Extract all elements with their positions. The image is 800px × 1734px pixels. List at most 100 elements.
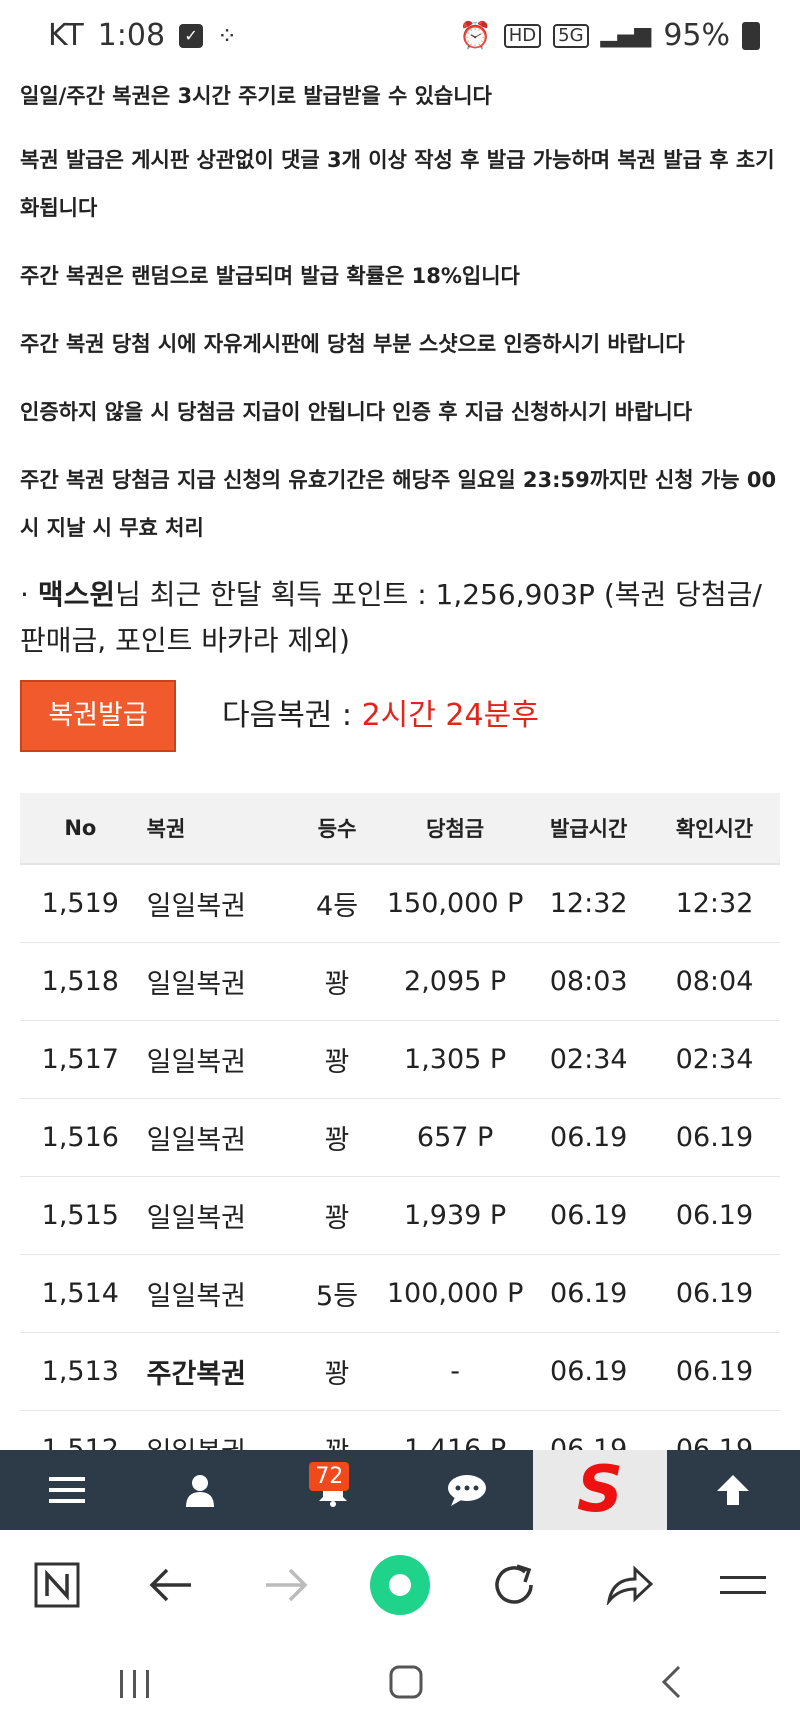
cell-prize: 657 P bbox=[381, 1098, 529, 1177]
home-button[interactable] bbox=[388, 1664, 424, 1710]
naver-n-icon bbox=[34, 1562, 80, 1608]
recent-apps-button[interactable] bbox=[117, 1664, 153, 1710]
cell-lottery: 일일복권 bbox=[140, 1254, 293, 1333]
back-button[interactable] bbox=[131, 1545, 211, 1625]
recent-apps-icon bbox=[120, 1670, 150, 1698]
site-logo-button[interactable]: S bbox=[533, 1450, 667, 1530]
notice-weekly-probability: 주간 복권은 랜덤으로 발급되며 발급 확률은 18%입니다 bbox=[20, 264, 520, 288]
notice-cycle: 일일/주간 복권은 3시간 주기로 발급받을 수 있습니다 bbox=[20, 84, 492, 108]
checkbox-icon: ✓ bbox=[179, 23, 204, 48]
cell-rank: 꽝 bbox=[292, 1176, 382, 1255]
table-header: No 복권 등수 당첨금 발급시간 확인시간 bbox=[20, 793, 780, 865]
naver-home-button[interactable] bbox=[17, 1545, 97, 1625]
cell-lottery: 일일복권 bbox=[140, 1098, 293, 1177]
bullet: · bbox=[20, 578, 29, 611]
cell-prize: 1,939 P bbox=[381, 1176, 529, 1255]
refresh-icon bbox=[495, 1564, 534, 1604]
cell-checked: 06.19 bbox=[648, 1254, 780, 1333]
scroll-top-button[interactable] bbox=[667, 1450, 800, 1530]
cell-prize: - bbox=[381, 1332, 529, 1411]
cell-checked: 06.19 bbox=[648, 1332, 780, 1411]
forward-button[interactable] bbox=[246, 1545, 326, 1625]
profile-button[interactable] bbox=[133, 1450, 266, 1530]
hamburger-icon bbox=[719, 1576, 766, 1594]
username: 맥스윈 bbox=[37, 578, 116, 611]
col-checked: 확인시간 bbox=[648, 793, 780, 865]
cell-prize: 2,095 P bbox=[381, 942, 529, 1021]
notice-validity: 주간 복권 당첨금 지급 신청의 유효기간은 해당주 일요일 23:59까지만 … bbox=[20, 468, 777, 540]
chat-icon bbox=[447, 1475, 486, 1506]
cell-prize: 100,000 P bbox=[381, 1254, 529, 1333]
cell-lottery: 일일복권 bbox=[140, 864, 293, 943]
chat-button[interactable] bbox=[400, 1450, 533, 1530]
carrier-label: KT bbox=[48, 18, 84, 53]
notification-badge: 72 bbox=[309, 1462, 350, 1491]
cell-no: 1,514 bbox=[20, 1254, 141, 1333]
table-row: 1,515 일일복권 꽝 1,939 P 06.19 06.19 bbox=[20, 1176, 780, 1255]
hd-icon: HD bbox=[503, 23, 542, 48]
notifications-button[interactable]: 72 bbox=[267, 1450, 400, 1530]
lottery-info: 일일/주간 복권은 3시간 주기로 발급받을 수 있습니다 복권 발급은 게시판… bbox=[20, 72, 780, 664]
system-nav-bar bbox=[0, 1640, 800, 1734]
cell-issued: 06.19 bbox=[528, 1098, 649, 1177]
alarm-icon: ⏰ bbox=[459, 20, 492, 51]
cell-no: 1,518 bbox=[20, 942, 141, 1021]
home-icon bbox=[389, 1665, 423, 1699]
cell-prize: 1,305 P bbox=[381, 1020, 529, 1099]
green-dot-button[interactable] bbox=[360, 1545, 440, 1625]
next-label: 다음복권 : bbox=[222, 698, 362, 733]
table-row: 1,517 일일복권 꽝 1,305 P 02:34 02:34 bbox=[20, 1020, 780, 1099]
cell-checked: 06.19 bbox=[648, 1098, 780, 1177]
green-circle-icon bbox=[369, 1555, 430, 1615]
table-row: 1,516 일일복권 꽝 657 P 06.19 06.19 bbox=[20, 1098, 780, 1177]
battery-percent: 95% bbox=[663, 18, 730, 53]
clock: 1:08 bbox=[97, 18, 166, 53]
menu-button[interactable] bbox=[0, 1450, 133, 1530]
5g-icon: 5G bbox=[553, 23, 589, 48]
arrow-right-icon bbox=[265, 1568, 308, 1602]
status-right: ⏰ HD 5G ▂▄▆ 95% bbox=[459, 18, 760, 53]
refresh-button[interactable] bbox=[474, 1545, 554, 1625]
col-lottery: 복권 bbox=[140, 793, 293, 865]
next-value: 2시간 24분후 bbox=[361, 698, 539, 733]
cell-rank: 꽝 bbox=[292, 942, 382, 1021]
arrow-left-icon bbox=[149, 1568, 192, 1602]
cell-rank: 5등 bbox=[292, 1254, 382, 1333]
col-prize: 당첨금 bbox=[381, 793, 529, 865]
status-left: KT 1:08 ✓ ⁘ bbox=[48, 18, 237, 53]
cell-no: 1,519 bbox=[20, 864, 141, 943]
site-logo: S bbox=[576, 1453, 624, 1527]
notice-weekly-proof: 주간 복권 당첨 시에 자유게시판에 당첨 부분 스샷으로 인증하시기 바랍니다 bbox=[20, 332, 685, 356]
cell-no: 1,517 bbox=[20, 1020, 141, 1099]
system-back-button[interactable] bbox=[659, 1664, 683, 1710]
chevron-left-icon bbox=[661, 1665, 680, 1699]
share-button[interactable] bbox=[589, 1545, 669, 1625]
cell-prize: 150,000 P bbox=[381, 864, 529, 943]
cell-checked: 12:32 bbox=[648, 864, 780, 943]
table-row: 1,514 일일복권 5등 100,000 P 06.19 06.19 bbox=[20, 1254, 780, 1333]
cell-lottery: 일일복권 bbox=[140, 942, 293, 1021]
col-no: No bbox=[20, 793, 141, 865]
battery-icon bbox=[742, 21, 760, 50]
cell-lottery: 일일복권 bbox=[140, 1176, 293, 1255]
notice-issue-condition: 복권 발급은 게시판 상관없이 댓글 3개 이상 작성 후 발급 가능하며 복권… bbox=[20, 148, 775, 220]
cell-no: 1,515 bbox=[20, 1176, 141, 1255]
cell-checked: 06.19 bbox=[648, 1176, 780, 1255]
signal-icon: ▂▄▆ bbox=[600, 23, 652, 48]
share-icon bbox=[606, 1565, 653, 1605]
issue-row: 복권발급 다음복권 : 2시간 24분후 bbox=[20, 680, 780, 752]
cell-rank: 꽝 bbox=[292, 1332, 382, 1411]
menu-icon bbox=[48, 1477, 85, 1503]
cell-no: 1,516 bbox=[20, 1098, 141, 1177]
table-row: 1,513 주간복권 꽝 - 06.19 06.19 bbox=[20, 1332, 780, 1411]
table-row: 1,518 일일복권 꽝 2,095 P 08:03 08:04 bbox=[20, 942, 780, 1021]
col-rank: 등수 bbox=[292, 793, 382, 865]
cell-issued: 06.19 bbox=[528, 1176, 649, 1255]
browser-menu-button[interactable] bbox=[703, 1545, 783, 1625]
user-icon bbox=[185, 1475, 214, 1507]
cell-issued: 02:34 bbox=[528, 1020, 649, 1099]
cell-checked: 08:04 bbox=[648, 942, 780, 1021]
issue-lottery-button[interactable]: 복권발급 bbox=[20, 680, 176, 752]
next-lottery-timer: 다음복권 : 2시간 24분후 bbox=[222, 690, 539, 734]
col-issued: 발급시간 bbox=[528, 793, 649, 865]
